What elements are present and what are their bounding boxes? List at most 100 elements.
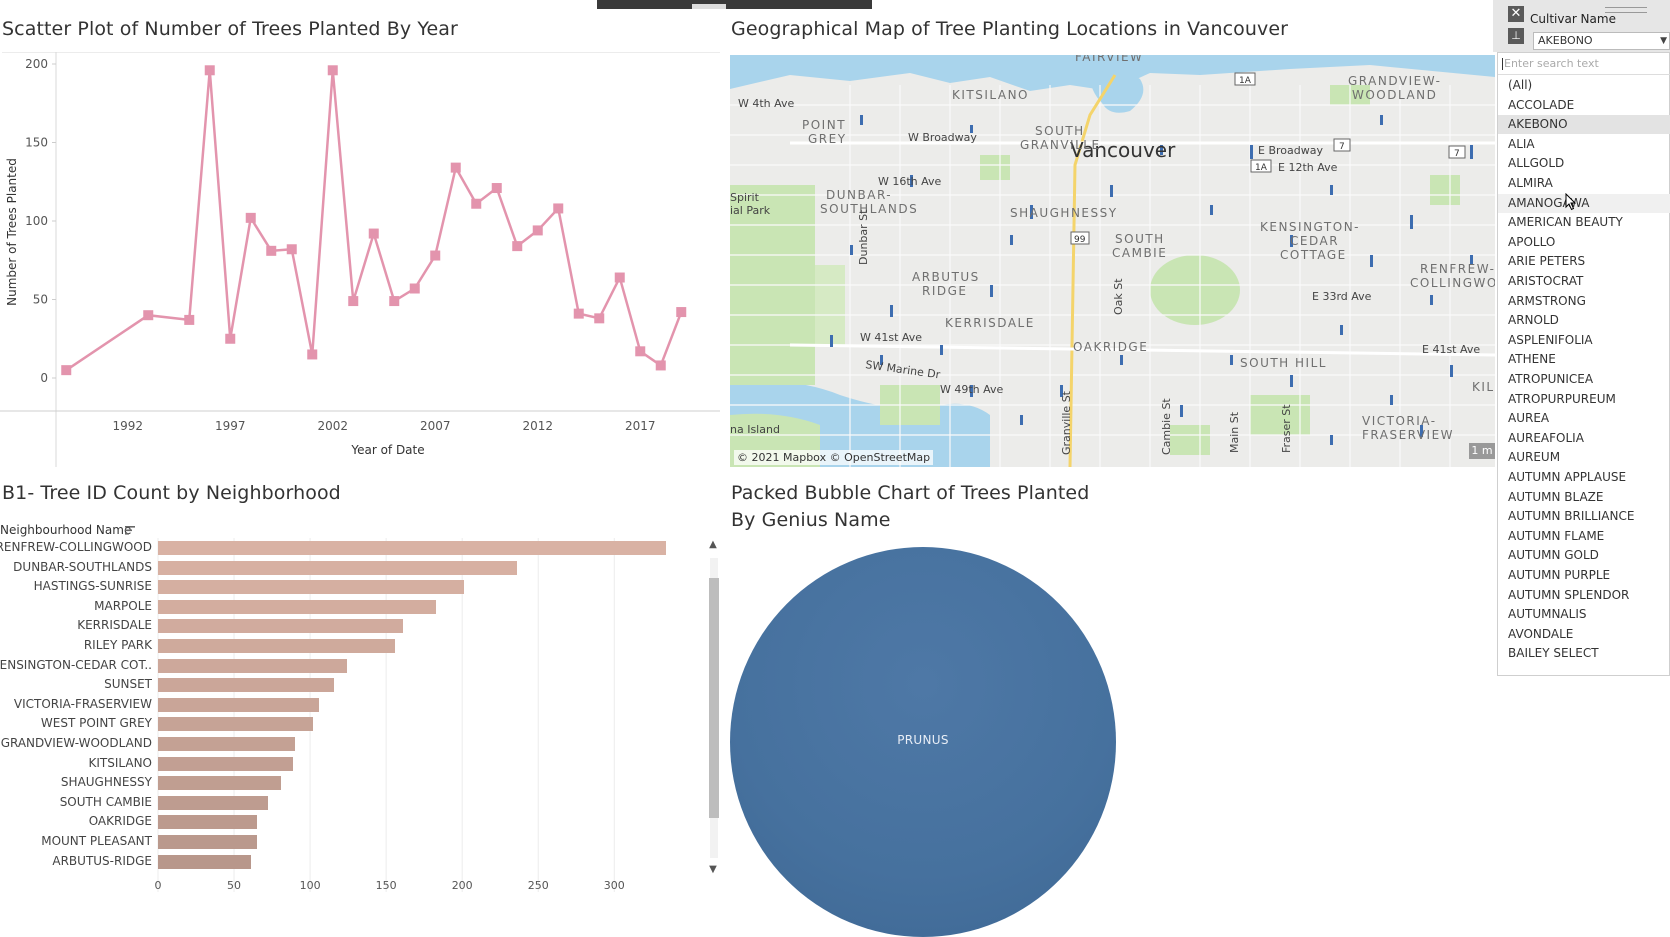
data-point[interactable] (225, 333, 236, 344)
cultivar-option[interactable]: ARNOLD (1498, 311, 1670, 330)
bar[interactable] (158, 756, 294, 771)
vancouver-map[interactable]: Vancouver KITSILANO POINT GREY SOUTH GRA… (730, 55, 1495, 467)
data-point[interactable] (594, 313, 605, 324)
bar-row[interactable]: MOUNT PLEASANT (0, 831, 700, 851)
bar-row[interactable]: HASTINGS-SUNRISE (0, 576, 700, 596)
bar-row[interactable]: SOUTH CAMBIE (0, 792, 700, 812)
data-point[interactable] (491, 183, 502, 194)
bar[interactable] (158, 795, 268, 810)
bar-chart-panel[interactable]: Neighbourhood Name 0 50 100 150 200 250 300 RE… (0, 520, 720, 892)
map-attribution[interactable]: © 2021 Mapbox © OpenStreetMap (734, 450, 934, 465)
data-point[interactable] (532, 225, 543, 236)
cultivar-option[interactable]: AUTUMN APPLAUSE (1498, 468, 1670, 487)
cultivar-option[interactable]: AUTUMN GOLD (1498, 546, 1670, 565)
data-point[interactable] (327, 65, 338, 76)
data-point[interactable] (368, 228, 379, 239)
bar-row[interactable]: SHAUGHNESSY (0, 772, 700, 792)
cultivar-option[interactable]: AUREAFOLIA (1498, 429, 1670, 448)
bar-row[interactable]: RILEY PARK (0, 635, 700, 655)
bubble-prunus[interactable]: PRUNUS (730, 547, 1116, 937)
bar[interactable] (158, 560, 517, 575)
bar[interactable] (158, 697, 320, 712)
data-point[interactable] (61, 365, 72, 376)
cultivar-option[interactable]: ALLGOLD (1498, 154, 1670, 173)
bar[interactable] (158, 854, 251, 869)
cultivar-option[interactable]: AUREUM (1498, 448, 1670, 467)
data-point[interactable] (286, 244, 297, 255)
chevron-down-icon[interactable]: ▼ (1660, 33, 1667, 49)
bar-row[interactable]: GRANDVIEW-WOODLAND (0, 733, 700, 753)
data-point[interactable] (430, 250, 441, 261)
cultivar-option[interactable]: AVONDALE (1498, 625, 1670, 644)
bar[interactable] (158, 737, 295, 751)
bar-row[interactable]: MARPOLE (0, 596, 700, 616)
cultivar-option[interactable]: ATROPUNICEA (1498, 370, 1670, 389)
drag-handle-icon[interactable] (1605, 7, 1647, 13)
bar-row[interactable]: VICTORIA-FRASERVIEW (0, 694, 700, 714)
data-point[interactable] (204, 65, 215, 76)
data-point[interactable] (635, 346, 646, 357)
cultivar-option[interactable]: AMERICAN BEAUTY (1498, 213, 1670, 232)
data-point[interactable] (573, 308, 584, 319)
cultivar-option[interactable]: APOLLO (1498, 233, 1670, 252)
bar[interactable] (158, 678, 335, 693)
cultivar-dropdown[interactable]: Enter search text (All) ACCOLADE AKEBONO AL… (1497, 52, 1670, 676)
cultivar-option[interactable]: AUTUMNALIS (1498, 605, 1670, 624)
cultivar-option[interactable]: ARIE PETERS (1498, 252, 1670, 271)
cultivar-option[interactable]: AKEBONO (1498, 115, 1670, 135)
bar-row[interactable]: KENSINGTON-CEDAR COT.. (0, 655, 700, 675)
bar-row[interactable]: RENFREW-COLLINGWOOD (0, 537, 700, 557)
scroll-thumb[interactable] (709, 578, 719, 818)
data-point[interactable] (184, 314, 195, 325)
cultivar-option[interactable]: ACCOLADE (1498, 96, 1670, 115)
cultivar-option[interactable]: AMANOGAWA (1498, 193, 1670, 213)
data-point[interactable] (409, 283, 420, 294)
data-point[interactable] (307, 349, 318, 360)
data-point[interactable] (389, 296, 400, 307)
cultivar-option[interactable]: ALIA (1498, 135, 1670, 154)
data-point[interactable] (471, 198, 482, 209)
search-input[interactable]: Enter search text (1498, 53, 1670, 75)
data-point[interactable] (614, 272, 625, 283)
line-chart-panel[interactable]: Number of Trees Planted Year of Date 200… (0, 51, 722, 467)
line-chart[interactable]: Number of Trees Planted Year of Date 200… (0, 51, 722, 467)
scroll-down-arrow-icon[interactable]: ▼ (708, 865, 718, 875)
bar-row[interactable]: OAKRIDGE (0, 811, 700, 831)
bar-row[interactable]: WEST POINT GREY (0, 713, 700, 733)
data-point[interactable] (553, 203, 564, 214)
cultivar-select[interactable]: AKEBONO ▼ (1533, 32, 1670, 50)
cultivar-option[interactable]: AUREA (1498, 409, 1670, 428)
cultivar-option[interactable]: ATROPURPUREUM (1498, 390, 1670, 409)
bar[interactable] (158, 619, 403, 634)
cultivar-option[interactable]: BAILEY SELECT (1498, 644, 1670, 663)
data-point[interactable] (348, 296, 359, 307)
data-point[interactable] (512, 241, 523, 252)
cultivar-option[interactable]: ATHENE (1498, 350, 1670, 369)
bar[interactable] (158, 541, 666, 555)
cultivar-option[interactable]: ALMIRA (1498, 174, 1670, 193)
bar-chart-scrollbar[interactable]: ▲ ▼ (706, 540, 720, 878)
bar-row[interactable]: SUNSET (0, 674, 700, 694)
cultivar-option[interactable]: AUTUMN BLAZE (1498, 488, 1670, 507)
cultivar-option[interactable]: AUTUMN FLAME (1498, 527, 1670, 546)
cultivar-option[interactable]: ASPLENIFOLIA (1498, 331, 1670, 350)
bar-row[interactable]: KERRISDALE (0, 615, 700, 635)
data-point[interactable] (450, 162, 461, 173)
data-point[interactable] (143, 310, 154, 321)
cultivar-option[interactable]: AUTUMN SPLENDOR (1498, 586, 1670, 605)
close-icon[interactable]: ✕ (1508, 6, 1524, 22)
data-point[interactable] (266, 245, 277, 256)
bar[interactable] (158, 658, 347, 673)
bar[interactable] (158, 580, 464, 595)
bar-row[interactable]: KITSILANO (0, 753, 700, 773)
bar[interactable] (158, 815, 257, 830)
bar[interactable] (158, 639, 396, 653)
data-point[interactable] (245, 212, 256, 223)
cultivar-option[interactable]: ARISTOCRAT (1498, 272, 1670, 291)
bar-row[interactable]: ARBUTUS-RIDGE (0, 851, 700, 871)
bar[interactable] (158, 599, 437, 614)
bar[interactable] (158, 776, 282, 791)
data-point[interactable] (655, 360, 666, 371)
bar[interactable] (158, 835, 257, 849)
map-canvas[interactable]: Vancouver KITSILANO POINT GREY SOUTH GRA… (730, 55, 1495, 467)
